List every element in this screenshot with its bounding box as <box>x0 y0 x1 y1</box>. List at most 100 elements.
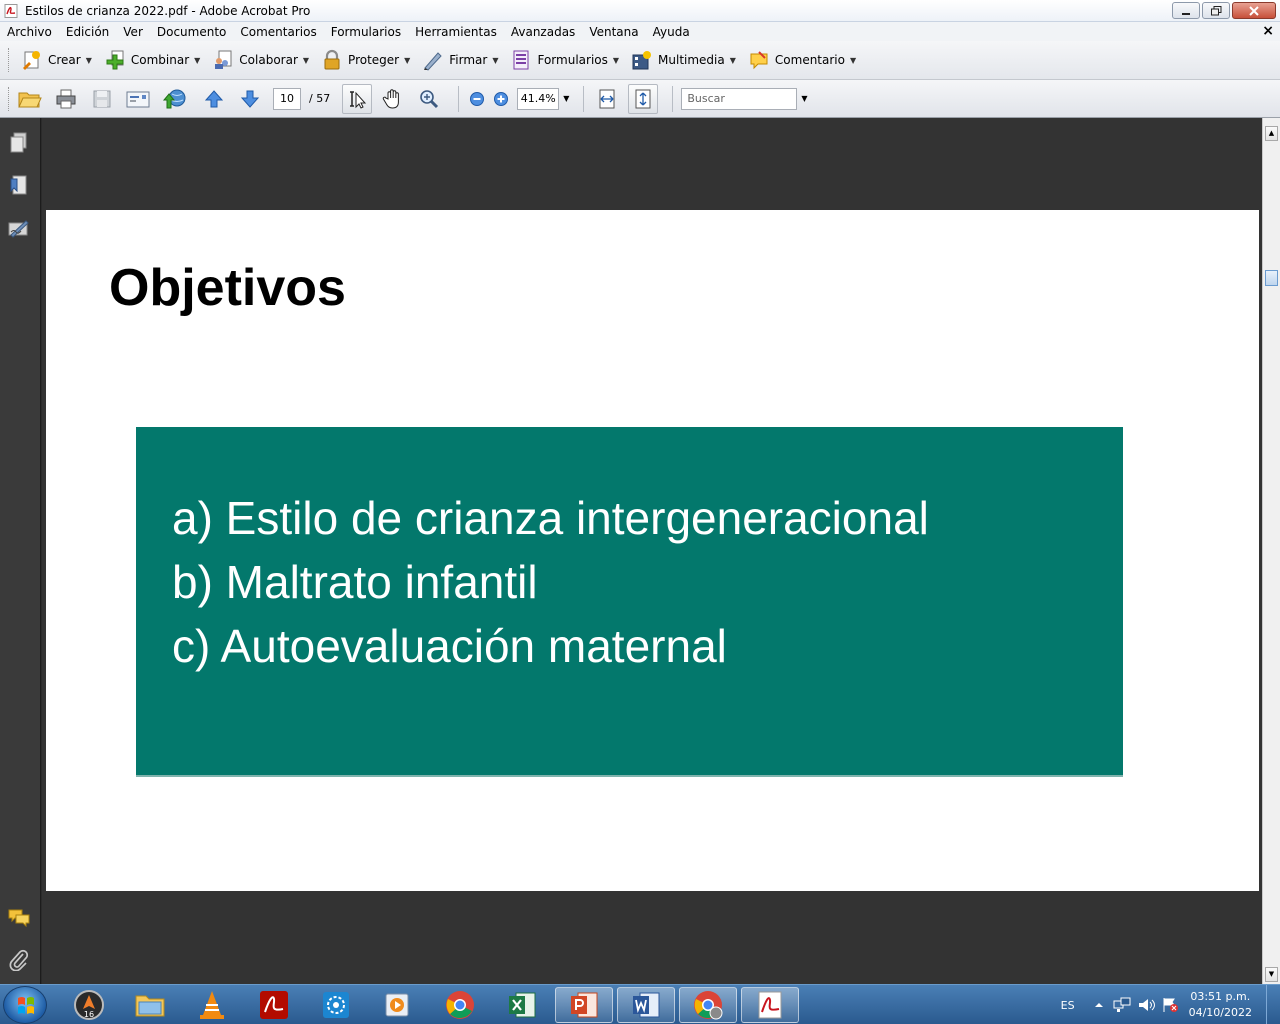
comentario-button[interactable]: Comentario ▼ <box>742 45 862 75</box>
search-dropdown-chevron-icon[interactable]: ▼ <box>801 94 807 103</box>
scroll-down-arrow-icon[interactable]: ▼ <box>1265 967 1278 982</box>
save-disk-icon <box>93 90 111 107</box>
hand-tool-button[interactable] <box>378 84 408 114</box>
combinar-button[interactable]: Combinar ▼ <box>98 45 206 75</box>
pdf-page: Objetivos a) Estilo de crianza intergene… <box>46 210 1259 891</box>
save-button[interactable] <box>87 84 117 114</box>
pages-icon <box>10 132 27 153</box>
menu-herramientas[interactable]: Herramientas <box>408 25 504 39</box>
zoom-in-button[interactable] <box>491 84 511 114</box>
action-center-flag-icon[interactable] <box>1161 997 1179 1013</box>
app-badge-number: 16 <box>84 1010 94 1019</box>
clock-time: 03:51 p.m. <box>1190 990 1251 1003</box>
media-player-icon <box>385 993 409 1017</box>
proteger-button[interactable]: Proteger ▼ <box>315 45 416 75</box>
zoom-out-button[interactable] <box>467 84 487 114</box>
zoom-dropdown-chevron-icon[interactable]: ▼ <box>563 94 569 103</box>
upload-button[interactable] <box>159 84 189 114</box>
show-desktop-button[interactable] <box>1266 985 1280 1024</box>
taskbar-app-onepoint[interactable]: 16 <box>60 987 118 1023</box>
fit-page-button[interactable] <box>628 83 659 114</box>
email-button[interactable] <box>123 84 153 114</box>
language-indicator[interactable]: ES <box>1061 999 1075 1012</box>
taskbar-app-word[interactable] <box>617 987 675 1023</box>
taskbar-app-blue[interactable] <box>307 987 365 1023</box>
start-button[interactable] <box>3 986 47 1024</box>
vertical-scrollbar[interactable]: ▲ ▼ <box>1262 118 1280 984</box>
hand-icon <box>383 88 400 109</box>
previous-page-button[interactable] <box>199 84 229 114</box>
chrome-icon <box>446 991 474 1019</box>
toolbar-grip[interactable] <box>8 86 11 111</box>
firmar-button[interactable]: Firmar ▼ <box>416 45 504 75</box>
document-view[interactable]: Objetivos a) Estilo de crianza intergene… <box>42 118 1262 984</box>
crear-button[interactable]: Crear ▼ <box>15 45 98 75</box>
menu-ayuda[interactable]: Ayuda <box>646 25 697 39</box>
chevron-down-icon: ▼ <box>612 55 620 65</box>
scroll-up-arrow-icon[interactable]: ▲ <box>1265 126 1278 141</box>
comments-panel-button[interactable] <box>8 907 30 929</box>
word-icon <box>633 992 660 1018</box>
page-number-input[interactable]: 10 <box>273 87 301 110</box>
fit-width-icon <box>599 89 615 108</box>
taskbar-app-chrome-profile[interactable] <box>679 987 737 1023</box>
restore-button[interactable] <box>1202 2 1230 19</box>
taskbar-app-acrobat-pro[interactable] <box>741 987 799 1023</box>
combinar-label: Combinar <box>130 53 190 67</box>
attachments-panel-button[interactable] <box>8 949 30 971</box>
upload-globe-icon <box>162 89 186 108</box>
select-tool-button[interactable] <box>342 83 373 114</box>
volume-icon[interactable] <box>1137 997 1155 1013</box>
multimedia-button[interactable]: Multimedia ▼ <box>625 45 742 75</box>
menu-comentarios[interactable]: Comentarios <box>233 25 323 39</box>
taskbar-app-media[interactable] <box>369 987 427 1023</box>
close-document-button[interactable]: × <box>1262 23 1274 39</box>
next-page-button[interactable] <box>235 84 265 114</box>
clock[interactable]: 03:51 p.m. 04/10/2022 <box>1189 989 1252 1021</box>
network-icon[interactable] <box>1113 997 1131 1013</box>
combine-icon <box>106 50 124 70</box>
scroll-thumb[interactable] <box>1265 270 1278 286</box>
menu-ventana[interactable]: Ventana <box>582 25 645 39</box>
formularios-button[interactable]: Formularios ▼ <box>504 45 625 75</box>
menu-ver[interactable]: Ver <box>116 25 150 39</box>
toolbar-grip[interactable] <box>8 48 11 72</box>
crear-label: Crear <box>48 53 81 67</box>
zoom-tool-button[interactable] <box>414 84 444 114</box>
text-select-cursor-icon <box>350 90 367 109</box>
menu-archivo[interactable]: Archivo <box>0 25 59 39</box>
close-window-button[interactable] <box>1232 2 1276 19</box>
taskbar-app-explorer[interactable] <box>121 987 179 1023</box>
tasks-toolbar: Crear ▼ Combinar ▼ Colaborar ▼ Proteger ▼ Fi… <box>0 41 1280 80</box>
menu-documento[interactable]: Documento <box>150 25 234 39</box>
arrow-down-icon <box>240 90 260 108</box>
zoom-level-input[interactable]: 41.4% <box>517 87 560 110</box>
menu-avanzadas[interactable]: Avanzadas <box>504 25 582 39</box>
comentario-label: Comentario <box>774 53 845 67</box>
print-button[interactable] <box>51 84 81 114</box>
taskbar-app-chrome[interactable] <box>431 987 489 1023</box>
taskbar-app-vlc[interactable] <box>183 987 241 1023</box>
app-swirl-icon <box>323 992 349 1018</box>
fit-width-button[interactable] <box>592 84 622 114</box>
zoom-in-icon <box>494 91 509 106</box>
taskbar-app-excel[interactable] <box>493 987 551 1023</box>
objectives-box: a) Estilo de crianza intergeneracional b… <box>136 427 1123 777</box>
chevron-down-icon: ▼ <box>492 55 499 65</box>
search-input[interactable]: Buscar <box>681 87 798 110</box>
menu-edicion[interactable]: Edición <box>59 25 116 39</box>
signatures-panel-button[interactable] <box>8 218 30 240</box>
open-button[interactable] <box>15 84 45 114</box>
toolbar-separator <box>672 85 674 112</box>
colaborar-button[interactable]: Colaborar ▼ <box>206 45 315 75</box>
bookmarks-panel-button[interactable] <box>8 175 30 197</box>
minimize-button[interactable] <box>1172 2 1200 19</box>
pages-panel-button[interactable] <box>8 132 30 154</box>
vlc-cone-icon <box>200 991 224 1019</box>
taskbar-app-acrobat-reader[interactable] <box>245 987 303 1023</box>
folder-open-icon <box>18 92 42 107</box>
app-badge-icon: 16 <box>74 990 104 1020</box>
show-hidden-icons-icon[interactable] <box>1093 999 1105 1011</box>
taskbar-app-powerpoint[interactable] <box>555 987 613 1023</box>
menu-formularios[interactable]: Formularios <box>324 25 408 39</box>
